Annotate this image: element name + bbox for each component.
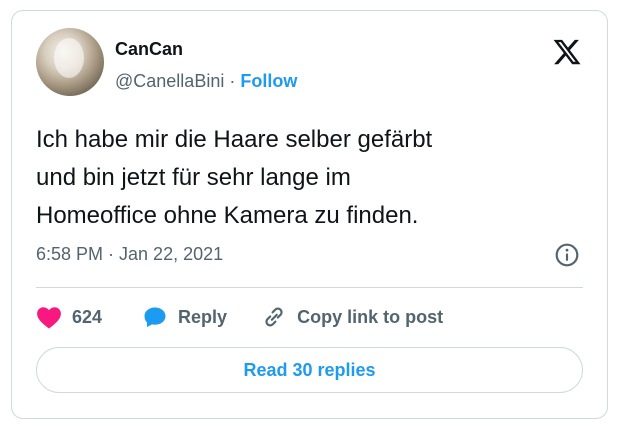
tweet-card: CanCan @CanellaBini · Follow Ich habe mi… [11, 10, 608, 419]
author-handle-row: @CanellaBini · Follow [115, 71, 297, 92]
follow-link[interactable]: Follow [240, 71, 297, 91]
tweet-text: Ich habe mir die Haare selber gefärbt un… [36, 126, 433, 229]
link-icon [261, 304, 287, 330]
tweet-timestamp[interactable]: 6:58 PM · Jan 22, 2021 [36, 244, 223, 265]
like-button[interactable]: 624 [36, 304, 102, 330]
heart-icon [36, 304, 62, 330]
author-handle[interactable]: @CanellaBini [115, 71, 224, 91]
read-replies-button[interactable]: Read 30 replies [36, 347, 583, 393]
x-logo-icon[interactable] [551, 37, 583, 67]
info-icon[interactable] [554, 242, 580, 268]
author-name[interactable]: CanCan [115, 39, 183, 60]
action-bar: 624 Reply Copy link to post [36, 302, 443, 332]
like-count: 624 [72, 306, 103, 327]
copy-link-label: Copy link to post [297, 306, 444, 327]
divider [36, 287, 583, 288]
reply-button[interactable]: Reply [142, 304, 227, 330]
reply-label: Reply [178, 306, 228, 327]
separator-dot: · [229, 71, 236, 91]
avatar[interactable] [36, 28, 104, 96]
copy-link-button[interactable]: Copy link to post [261, 304, 443, 330]
speech-bubble-icon [142, 304, 168, 330]
